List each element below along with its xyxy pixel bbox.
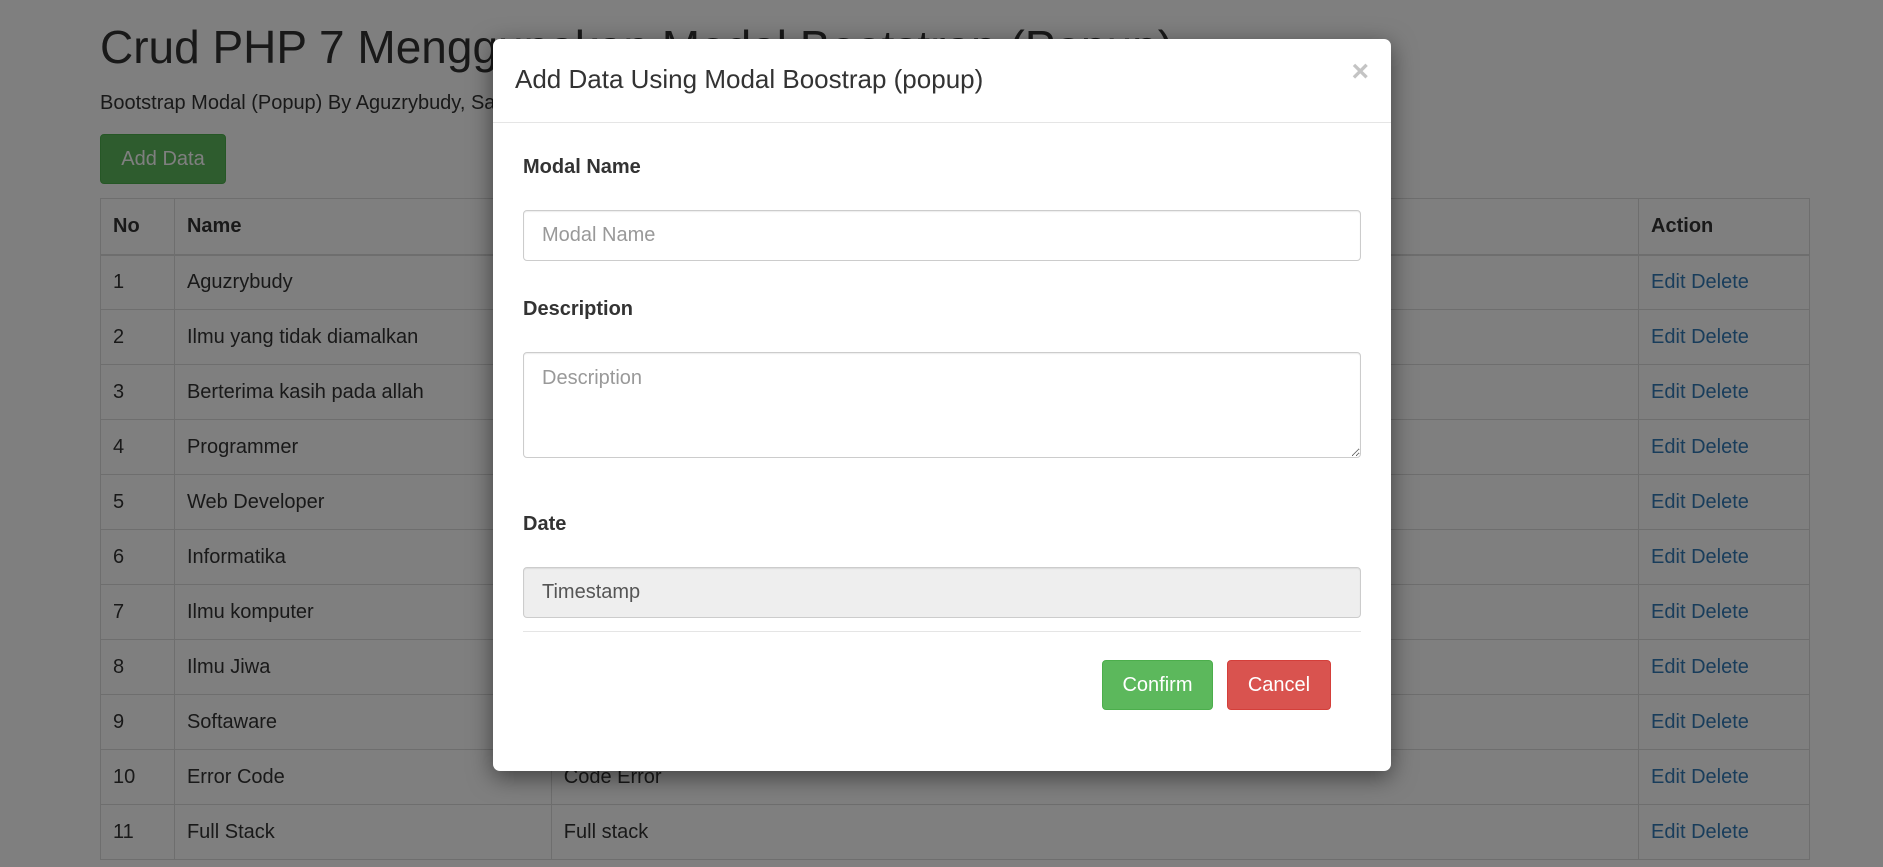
close-icon[interactable]: × xyxy=(1351,57,1369,87)
modal-name-input[interactable] xyxy=(523,210,1361,261)
confirm-button[interactable]: Confirm xyxy=(1102,660,1213,710)
modal-title: Add Data Using Modal Boostrap (popup) xyxy=(515,64,984,94)
modal-header: Add Data Using Modal Boostrap (popup) × xyxy=(493,39,1391,123)
modal-body: Modal Name Description Date xyxy=(493,123,1391,633)
cancel-button[interactable]: Cancel xyxy=(1227,660,1331,710)
date-input xyxy=(523,567,1361,618)
description-label: Description xyxy=(523,298,634,320)
description-textarea[interactable] xyxy=(523,352,1361,458)
modal-name-label: Modal Name xyxy=(523,156,641,178)
modal-footer-divider xyxy=(523,631,1361,632)
date-label: Date xyxy=(523,513,567,535)
add-data-modal: Add Data Using Modal Boostrap (popup) × … xyxy=(493,39,1391,771)
